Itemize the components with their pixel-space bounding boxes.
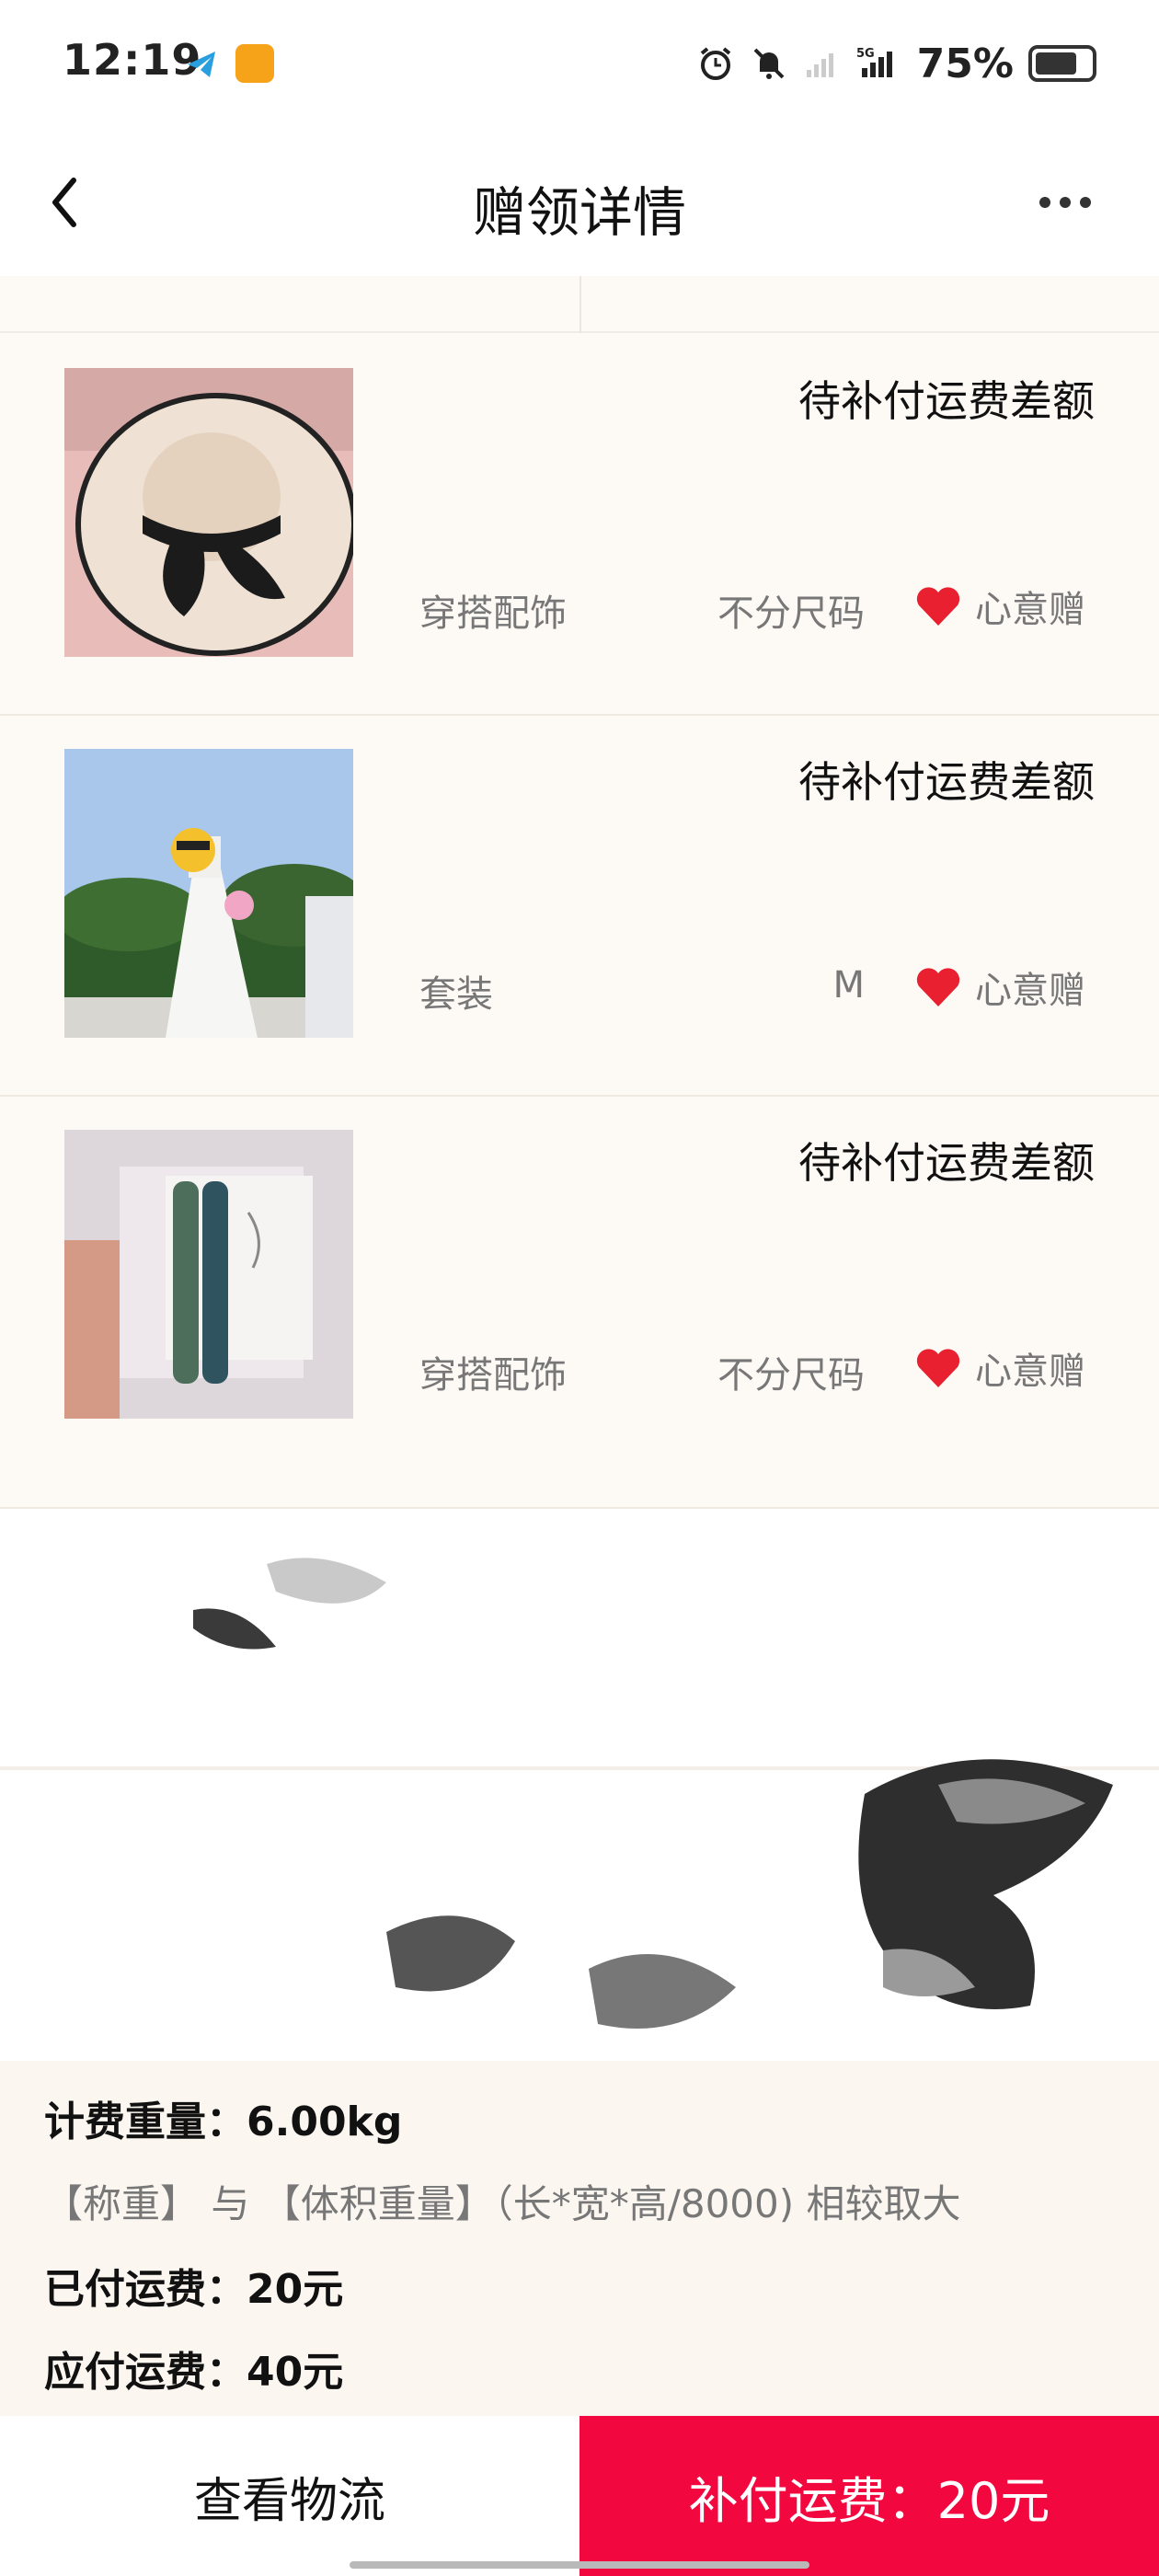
- page-title: 赠领详情: [472, 181, 686, 244]
- mute-bell-icon: [753, 48, 785, 79]
- weight-note: 【称重】 与 【体积重量】（长*宽*高/8000) 相较取大: [44, 2181, 961, 2226]
- shipping-summary: 计费重量：6.00kg 【称重】 与 【体积重量】（长*宽*高/8000) 相较…: [0, 2061, 1159, 2416]
- due-shipping: 应付运费：40元: [44, 2349, 344, 2396]
- list-item[interactable]: 待补付运费差额 穿搭配饰 不分尺码 心意赠: [0, 335, 1159, 716]
- battery-percent: 75%: [916, 40, 1014, 87]
- status-time: 12:19: [63, 35, 202, 85]
- hair-clips-photo: [64, 1130, 353, 1419]
- bottom-action-bar: 查看物流 补付运费：20元: [0, 2416, 1159, 2576]
- heart-icon: [916, 1349, 960, 1387]
- sun-hat-photo: [64, 368, 353, 657]
- item-category: 套装: [419, 973, 493, 1016]
- gift-tag: 心意赠: [914, 960, 1085, 1014]
- pay-shipping-button[interactable]: 补付运费：20元: [580, 2416, 1159, 2576]
- signal-icon: 5G: [856, 47, 892, 77]
- home-indicator[interactable]: [350, 2561, 809, 2569]
- redacted-scribbles: [0, 1509, 1159, 2061]
- svg-text:5G: 5G: [856, 47, 875, 61]
- view-logistics-button[interactable]: 查看物流: [0, 2416, 580, 2576]
- app-icon: [235, 44, 274, 83]
- gift-tag-label: 心意赠: [975, 970, 1085, 1012]
- nav-bar: 赠领详情: [0, 129, 1159, 276]
- heart-icon: [916, 968, 960, 1006]
- item-size: M: [832, 964, 865, 1006]
- heart-icon: [916, 587, 960, 626]
- item-status: 待补付运费差额: [798, 1138, 1095, 1188]
- status-bar: 12:19 5G 75%: [0, 0, 1159, 129]
- battery-level: [1036, 52, 1076, 75]
- item-category: 穿搭配饰: [419, 592, 567, 635]
- item-status: 待补付运费差额: [798, 757, 1095, 807]
- item-category: 穿搭配饰: [419, 1354, 567, 1397]
- list-item[interactable]: 待补付运费差额 穿搭配饰 不分尺码 心意赠: [0, 1097, 1159, 1509]
- gift-tag-label: 心意赠: [975, 589, 1085, 631]
- item-size: 不分尺码: [717, 592, 865, 635]
- billing-weight: 计费重量：6.00kg: [44, 2099, 403, 2145]
- alarm-icon: [700, 47, 730, 80]
- battery-icon: [1028, 45, 1096, 82]
- gift-tag-label: 心意赠: [975, 1351, 1085, 1393]
- item-size: 不分尺码: [717, 1354, 865, 1397]
- paid-shipping: 已付运费：20元: [44, 2266, 344, 2313]
- telegram-icon: [188, 52, 215, 77]
- gift-tag: 心意赠: [914, 580, 1085, 633]
- wedding-dress-photo: [64, 749, 353, 1038]
- list-item[interactable]: 待补付运费差额 套装 M 心意赠: [0, 716, 1159, 1097]
- gift-tag: 心意赠: [914, 1341, 1085, 1395]
- top-strip: [0, 276, 1159, 333]
- more-dots-icon[interactable]: [1039, 184, 1104, 221]
- wifi-icon: [806, 53, 833, 77]
- item-status: 待补付运费差额: [798, 376, 1095, 426]
